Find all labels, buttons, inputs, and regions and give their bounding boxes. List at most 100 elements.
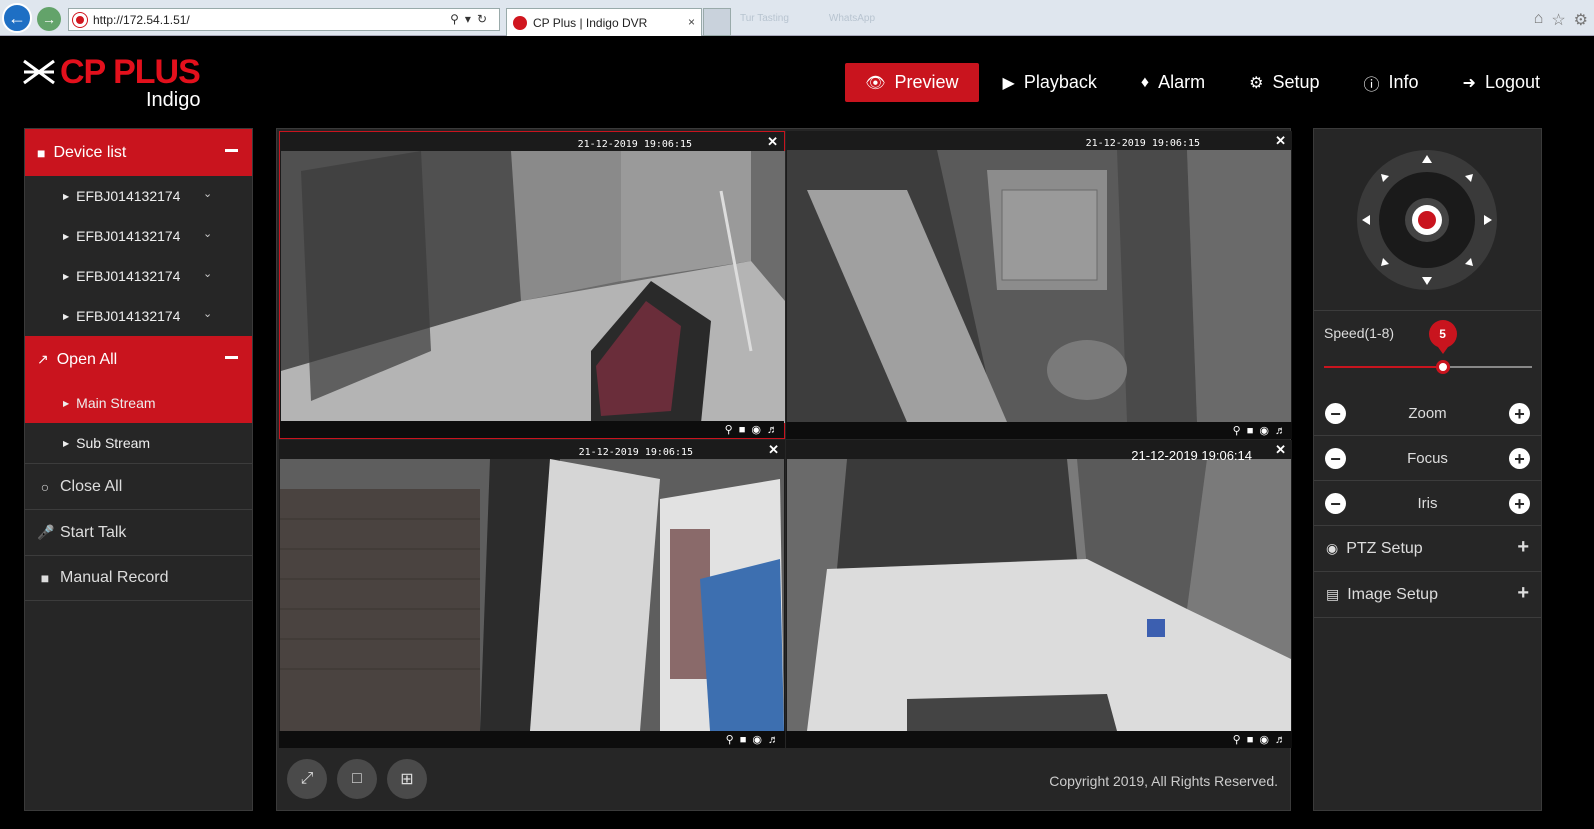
zoom-out-button[interactable]: − [1325,403,1346,424]
camera-cell[interactable]: ✕ 21-12-2019 19:06:15 ⚲ ■ ◉ ♬ [786,131,1292,439]
camera-controls: ⚲ ■ ◉ ♬ [786,731,1292,748]
audio-icon[interactable]: ♬ [768,734,779,746]
chevron-down-icon[interactable]: ⌄ [203,227,212,240]
nav-label: Playback [1023,72,1097,92]
focus-control: − Focus + [1314,436,1541,481]
image-setup-section[interactable]: ▤ Image Setup + [1314,572,1541,618]
nav-setup[interactable]: ⚙ Setup [1229,63,1339,102]
caret-right-icon: ▶ [63,191,70,201]
forward-button[interactable]: → [37,7,61,31]
zoom-in-button[interactable]: + [1509,403,1530,424]
expand-plus-icon[interactable]: + [1517,536,1529,559]
close-icon[interactable]: ✕ [1275,133,1286,149]
audio-icon[interactable]: ♬ [1275,425,1286,437]
chevron-down-icon[interactable]: ⌄ [203,307,212,320]
section-label: PTZ Setup [1346,539,1423,557]
tab-title: CP Plus | Indigo DVR [533,15,648,30]
chevron-down-icon[interactable]: ⌄ [203,267,212,280]
close-all-button[interactable]: ○ Close All [25,463,252,509]
focus-minus-button[interactable]: − [1325,448,1346,469]
camera-cell[interactable]: ✕ 21-12-2019 19:06:15 ⚲ ■ ◉ ♬ [279,131,785,439]
start-talk-button[interactable]: 🎤 Start Talk [25,509,252,555]
snapshot-icon[interactable]: ◉ [752,733,762,746]
speed-slider[interactable]: 5 [1324,320,1532,374]
audio-icon[interactable]: ♬ [767,424,778,436]
blurred-tab[interactable]: WhatsApp [829,13,875,24]
device-item[interactable]: ▶ EFBJ014132174 ⌄ [25,176,252,216]
ptz-direction-dial[interactable] [1356,149,1498,291]
home-icon[interactable]: ⌂ [1534,10,1544,30]
play-circle-icon: ▶ [1002,74,1015,92]
camera-cell[interactable]: ✕ 21-12-2019 19:06:14 ⚲ ■ ◉ ♬ [786,440,1292,748]
zoom-icon[interactable]: ⚲ [1233,424,1241,437]
stream-sub[interactable]: ▶ Sub Stream [25,423,252,463]
action-label: Start Talk [60,523,127,541]
ptz-setup-section[interactable]: ◉ PTZ Setup + [1314,526,1541,572]
camera-controls: ⚲ ■ ◉ ♬ [786,422,1292,439]
address-bar[interactable]: http://172.54.1.51/ ⚲▾↻ [68,8,500,31]
site-favicon-icon [73,12,87,27]
record-icon[interactable]: ■ [1247,425,1254,437]
nav-playback[interactable]: ▶ Playback [983,63,1117,102]
snapshot-icon[interactable]: ◉ [1259,733,1269,746]
record-icon[interactable]: ■ [1247,734,1254,746]
manual-record-button[interactable]: ■ Manual Record [25,555,252,601]
snapshot-icon[interactable]: ◉ [751,423,761,436]
device-name: EFBJ014132174 [76,188,181,204]
back-button[interactable]: ← [2,3,32,33]
device-item[interactable]: ▶ EFBJ014132174 ⌄ [25,296,252,336]
close-icon[interactable]: ✕ [768,442,779,458]
snapshot-icon[interactable]: ◉ [1259,424,1269,437]
stream-main[interactable]: ▶ Main Stream [25,383,252,423]
close-icon[interactable]: ✕ [767,134,778,150]
browser-tab-active[interactable]: CP Plus | Indigo DVR × [506,8,702,36]
quad-view-button[interactable]: ⊞ [387,759,427,799]
focus-plus-button[interactable]: + [1509,448,1530,469]
chevron-down-icon[interactable]: ⌄ [203,187,212,200]
expand-plus-icon[interactable]: + [1517,582,1529,605]
device-item[interactable]: ▶ EFBJ014132174 ⌄ [25,216,252,256]
settings-gear-icon[interactable]: ⚙ [1574,10,1588,30]
microphone-icon: 🎤 [37,524,55,540]
camera-timestamp: 21-12-2019 19:06:15 [1085,138,1200,149]
nav-logout[interactable]: ➜ Logout [1443,63,1560,102]
tab-close-icon[interactable]: × [688,15,695,29]
camera-timestamp: 21-12-2019 19:06:15 [578,447,693,458]
single-view-button[interactable]: □ [337,759,377,799]
audio-icon[interactable]: ♬ [1275,734,1286,746]
iris-minus-button[interactable]: − [1325,493,1346,514]
zoom-icon[interactable]: ⚲ [1233,733,1241,746]
collapse-icon[interactable] [225,356,238,359]
collapse-icon[interactable] [225,149,238,152]
nav-alarm[interactable]: ♦ Alarm [1121,63,1225,102]
nav-preview[interactable]: 👁 Preview [845,63,979,102]
star-icon[interactable]: ☆ [1551,10,1565,30]
gear-icon: ⚙ [1249,74,1264,92]
device-list-header[interactable]: ■ Device list [25,129,252,176]
blurred-tab[interactable]: Tur Tasting [740,13,789,24]
open-all-header[interactable]: ↗ Open All [25,336,252,383]
record-icon[interactable]: ■ [739,424,746,436]
search-refresh-icon[interactable]: ⚲▾↻ [450,12,493,26]
camera-timestamp: 21-12-2019 19:06:15 [577,139,692,150]
fullscreen-button[interactable]: ⤢ [287,759,327,799]
brand-name: CP PLUS [60,53,201,91]
speed-value-bubble: 5 [1428,320,1457,354]
close-icon[interactable]: ✕ [1275,442,1286,458]
browser-toolbar: ← → http://172.54.1.51/ ⚲▾↻ CP Plus | In… [0,0,1594,36]
camera-cell[interactable]: ✕ 21-12-2019 19:06:15 ⚲ ■ ◉ ♬ [279,440,785,748]
caret-right-icon: ▶ [63,438,70,448]
grid-four-icon: ⊞ [400,771,414,788]
brand-product: Indigo [146,89,201,111]
zoom-icon[interactable]: ⚲ [726,733,734,746]
device-item[interactable]: ▶ EFBJ014132174 ⌄ [25,256,252,296]
zoom-icon[interactable]: ⚲ [725,423,733,436]
speed-slider-knob[interactable] [1435,360,1450,374]
blurred-tabs: Tur Tasting WhatsApp [740,8,1180,28]
nav-info[interactable]: ⓘ Info [1343,63,1438,102]
zoom-control: − Zoom + [1314,391,1541,436]
new-tab-button[interactable] [703,8,731,36]
browser-actions: ⌂ ☆ ⚙ [1534,10,1588,30]
iris-plus-button[interactable]: + [1509,493,1530,514]
record-icon[interactable]: ■ [740,734,747,746]
